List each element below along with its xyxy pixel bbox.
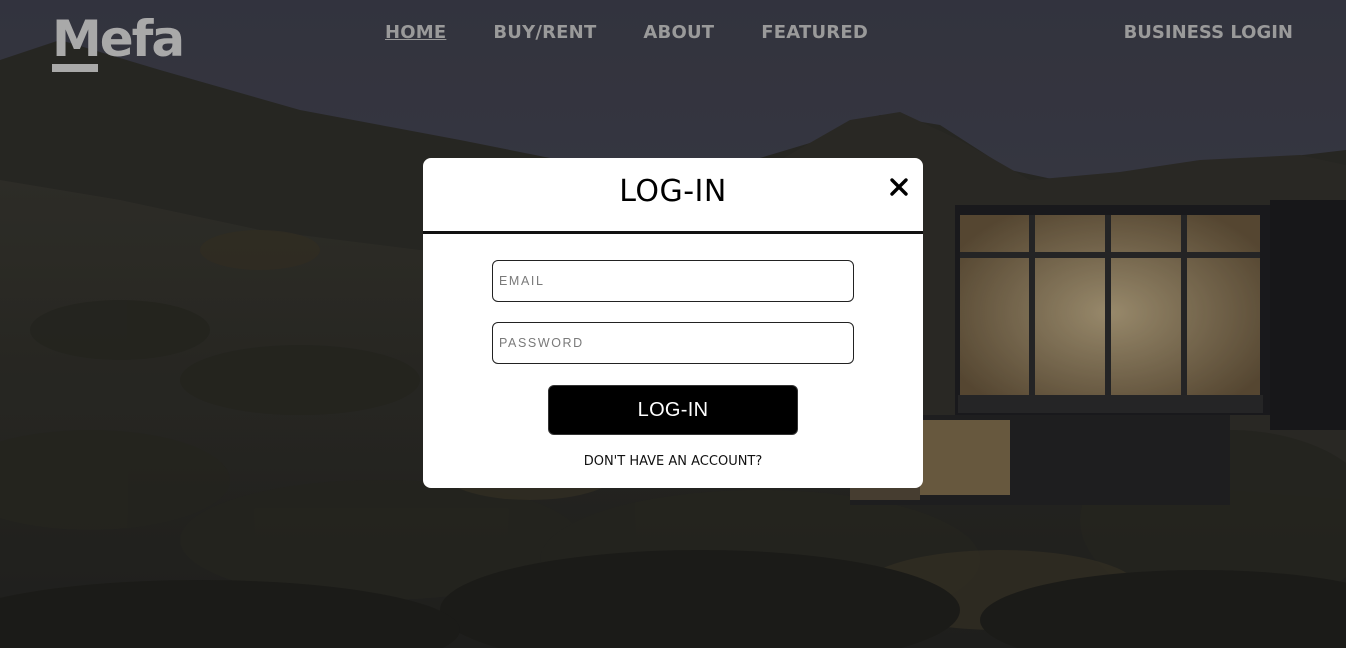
modal-header: LOG-IN [423,158,923,234]
business-login-link[interactable]: BUSINESS LOGIN [1124,22,1293,43]
close-icon[interactable] [888,176,910,198]
login-modal: LOG-IN LOG-IN DON'T HAVE AN ACCOUNT? [423,158,923,488]
logo[interactable]: Mefa [52,14,214,74]
nav-item-buy-rent[interactable]: BUY/RENT [493,22,596,43]
nav-item-home[interactable]: HOME [385,22,446,43]
signup-link[interactable]: DON'T HAVE AN ACCOUNT? [423,454,923,469]
main-nav: HOME BUY/RENT ABOUT FEATURED [385,22,915,43]
nav-item-about[interactable]: ABOUT [643,22,714,43]
modal-title: LOG-IN [619,174,727,209]
password-field[interactable] [492,322,854,364]
logo-text: Mefa [52,10,185,68]
site-header: Mefa HOME BUY/RENT ABOUT FEATURED BUSINE… [0,0,1346,80]
email-field[interactable] [492,260,854,302]
login-button[interactable]: LOG-IN [548,385,798,435]
logo-underline [52,64,98,72]
nav-item-featured[interactable]: FEATURED [761,22,868,43]
